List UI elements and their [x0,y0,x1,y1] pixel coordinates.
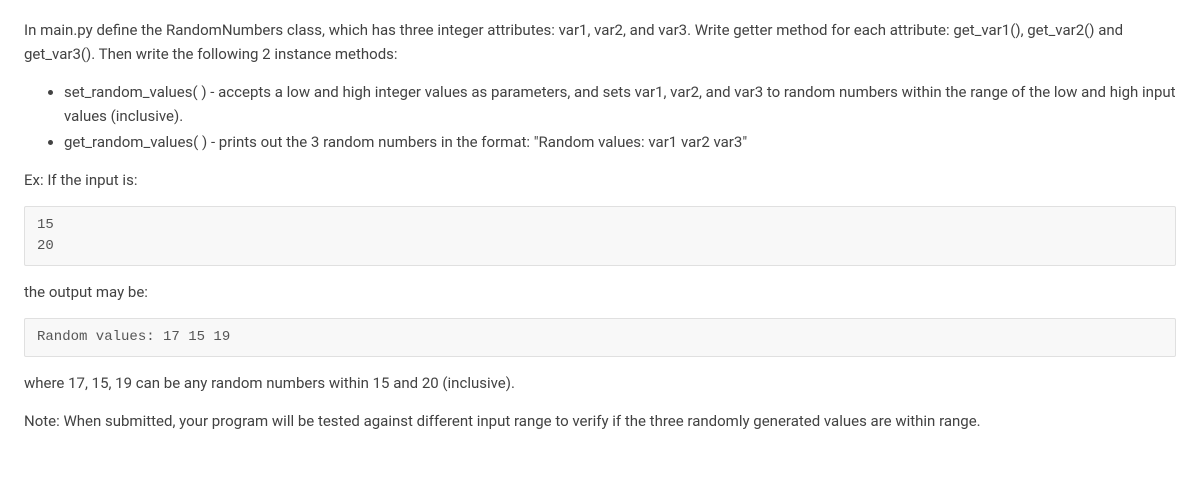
example-input-label: Ex: If the input is: [24,168,1176,192]
output-code-block: Random values: 17 15 19 [24,318,1176,357]
methods-list: set_random_values( ) - accepts a low and… [24,80,1176,154]
list-item: get_random_values( ) - prints out the 3 … [64,130,1176,154]
input-code-block: 15 20 [24,206,1176,266]
explanation-paragraph: where 17, 15, 19 can be any random numbe… [24,371,1176,395]
example-output-label: the output may be: [24,280,1176,304]
list-item: set_random_values( ) - accepts a low and… [64,80,1176,128]
intro-paragraph: In main.py define the RandomNumbers clas… [24,18,1176,66]
note-paragraph: Note: When submitted, your program will … [24,409,1176,433]
